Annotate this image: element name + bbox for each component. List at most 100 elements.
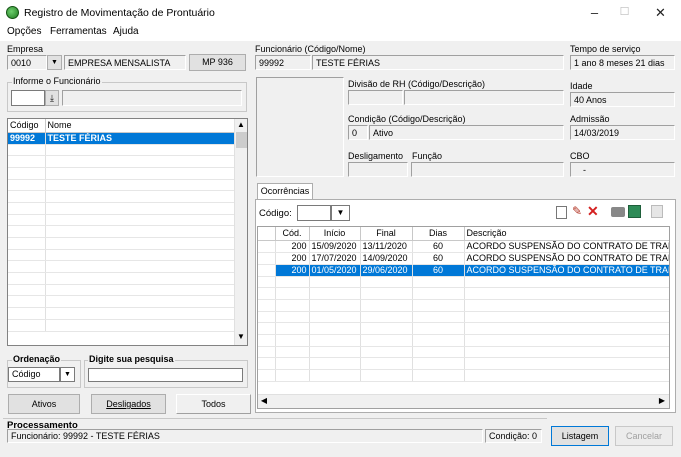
table-row[interactable]: 99992 TESTE FÉRIAS <box>8 132 236 145</box>
inicio-cell: 17/07/2020 <box>309 252 361 265</box>
window-title: Registro de Movimentação de Prontuário <box>24 7 215 19</box>
row-indicator <box>258 264 276 277</box>
table-row[interactable]: 200 17/07/2020 14/09/2020 60 ACORDO SUSP… <box>258 252 669 265</box>
arrow-down-line-icon: ⤓ <box>50 93 54 103</box>
col-header-dias[interactable]: Dias <box>412 227 465 241</box>
empty-cell <box>258 357 276 370</box>
empty-cell <box>8 144 46 157</box>
empty-cell <box>45 144 236 157</box>
ativos-button[interactable]: Ativos <box>8 394 80 414</box>
export-excel-icon[interactable] <box>628 205 641 218</box>
codigo-dropdown[interactable]: ▼ <box>331 205 350 221</box>
col-header-codigo[interactable]: Código <box>8 119 46 133</box>
col-header-final[interactable]: Final <box>360 227 413 241</box>
tempo-servico-label: Tempo de serviço <box>570 44 641 54</box>
col-header-cod[interactable]: Cód. <box>275 227 310 241</box>
divisao-label: Divisão de RH (Código/Descrição) <box>348 79 486 89</box>
final-cell: 13/11/2020 <box>360 240 413 253</box>
empty-cell <box>309 299 361 312</box>
print-icon[interactable] <box>611 207 625 217</box>
empresa-code-field[interactable]: 0010 <box>7 55 47 70</box>
scroll-right-icon[interactable]: ▶ <box>656 395 668 407</box>
delete-icon[interactable]: ✕ <box>587 203 599 220</box>
empty-row <box>8 225 236 238</box>
empty-cell <box>45 202 236 215</box>
mp-936-button[interactable]: MP 936 <box>189 54 246 71</box>
menu-ajuda[interactable]: Ajuda <box>113 26 139 37</box>
ocorrencias-hscrollbar[interactable]: ◀ ▶ <box>258 394 669 408</box>
codigo-combo[interactable] <box>297 205 331 221</box>
empresa-dropdown-button[interactable]: ▼ <box>47 55 62 70</box>
empty-cell <box>412 369 465 382</box>
table-row[interactable]: 200 01/05/2020 29/06/2020 60 ACORDO SUSP… <box>258 264 669 277</box>
tab-ocorrencias[interactable]: Ocorrências <box>257 183 313 200</box>
empty-cell <box>45 249 236 262</box>
funcao-field <box>411 162 564 177</box>
emp-nome-cell: TESTE FÉRIAS <box>45 132 236 145</box>
admissao-field: 14/03/2019 <box>570 125 675 140</box>
funcionario-code-field: 99992 <box>255 55 311 70</box>
empty-row <box>8 319 236 332</box>
empty-cell <box>45 284 236 297</box>
col-header-inicio[interactable]: Início <box>309 227 361 241</box>
empty-row <box>8 295 236 309</box>
maximize-button[interactable]: ☐ <box>607 0 642 25</box>
empty-cell <box>45 155 236 168</box>
funcionario-input[interactable] <box>11 90 45 106</box>
codigo-label: Código: <box>259 208 292 219</box>
table-row[interactable]: 200 15/09/2020 13/11/2020 60 ACORDO SUSP… <box>258 240 669 253</box>
scroll-down-icon[interactable]: ▼ <box>235 331 247 343</box>
ordenacao-dropdown[interactable]: ▼ <box>60 367 75 382</box>
ocorrencias-grid[interactable]: Cód. Início Final Dias Descrição 200 15/… <box>257 226 670 409</box>
empty-cell <box>45 295 236 309</box>
empty-cell <box>45 307 236 320</box>
funcionario-search-button[interactable]: ⤓ <box>45 90 59 106</box>
empty-cell <box>309 276 361 289</box>
col-header-nome[interactable]: Nome <box>45 119 236 133</box>
empty-cell <box>258 276 276 289</box>
new-document-icon[interactable] <box>556 206 567 219</box>
empty-cell <box>275 287 310 300</box>
cancelar-button[interactable]: Cancelar <box>615 426 673 446</box>
employee-list-grid[interactable]: Código Nome 99992 TESTE FÉRIAS ▲ ▼ <box>7 118 248 346</box>
empty-row <box>8 214 236 227</box>
row-indicator <box>258 240 276 253</box>
empty-cell <box>412 299 465 312</box>
empty-cell <box>360 299 413 312</box>
menu-ferramentas[interactable]: Ferramentas <box>50 26 107 37</box>
chevron-down-icon: ▼ <box>51 59 58 66</box>
empty-cell <box>464 299 669 312</box>
scroll-left-icon[interactable]: ◀ <box>258 395 270 407</box>
empty-cell <box>309 322 361 335</box>
listagem-button[interactable]: Listagem <box>551 426 609 446</box>
dias-cell: 60 <box>412 240 465 253</box>
row-indicator <box>258 252 276 265</box>
cod-cell: 200 <box>275 252 310 265</box>
title-bar: Registro de Movimentação de Prontuário –… <box>0 0 681 25</box>
scroll-thumb[interactable] <box>236 132 247 148</box>
todos-button[interactable]: Todos <box>176 394 251 414</box>
close-button[interactable]: ✕ <box>643 0 678 25</box>
empty-cell <box>45 225 236 238</box>
descricao-cell: ACORDO SUSPENSÃO DO CONTRATO DE TRABALHO <box>464 252 669 265</box>
empty-cell <box>8 319 46 332</box>
ordenacao-select[interactable]: Código <box>8 367 60 382</box>
empty-cell <box>275 299 310 312</box>
divisao-desc-field <box>404 90 564 105</box>
desligados-button[interactable]: Desligados <box>91 394 166 414</box>
empty-cell <box>45 167 236 180</box>
search-input[interactable] <box>88 368 243 382</box>
chevron-down-icon: ▼ <box>336 208 345 217</box>
cod-cell: 200 <box>275 240 310 253</box>
chevron-down-icon: ▼ <box>64 371 71 378</box>
employee-list-scrollbar[interactable]: ▲ ▼ <box>234 119 247 345</box>
scroll-up-icon[interactable]: ▲ <box>235 119 247 131</box>
empty-cell <box>360 311 413 324</box>
menu-opcoes[interactable]: Opções <box>7 26 41 37</box>
edit-pencil-icon[interactable]: ✎ <box>572 204 582 218</box>
preview-icon[interactable] <box>651 205 663 218</box>
col-header-descricao[interactable]: Descrição <box>464 227 669 241</box>
ocorrencias-table: Cód. Início Final Dias Descrição 200 15/… <box>258 227 669 382</box>
empty-cell <box>8 214 46 227</box>
empty-cell <box>309 311 361 324</box>
